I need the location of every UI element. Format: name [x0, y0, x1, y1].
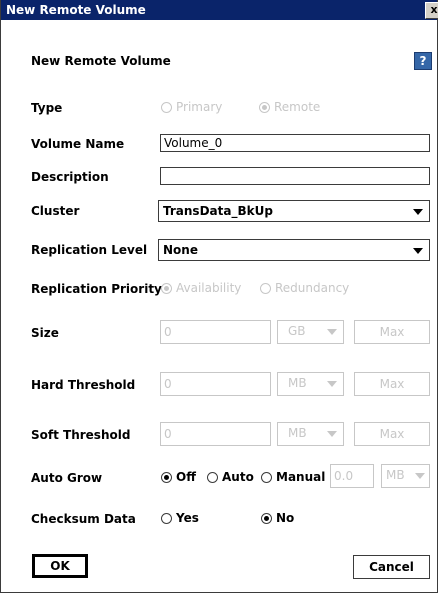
- checksum-yes-label: Yes: [176, 511, 199, 525]
- cluster-value: TransData_BkUp: [163, 204, 273, 218]
- priority-redundancy-radio: Redundancy: [260, 281, 349, 295]
- type-remote-radio: Remote: [259, 100, 320, 114]
- priority-redundancy-label: Redundancy: [275, 281, 350, 295]
- replication-level-label: Replication Level: [31, 243, 148, 257]
- type-remote-label: Remote: [274, 100, 321, 114]
- chevron-down-icon: [413, 248, 423, 254]
- chevron-down-icon: [327, 381, 337, 387]
- description-input[interactable]: [160, 167, 430, 185]
- soft-threshold-max-button: Max: [354, 422, 430, 446]
- radio-selected-icon: [261, 512, 272, 524]
- hard-threshold-label: Hard Threshold: [31, 378, 136, 392]
- ok-button[interactable]: OK: [32, 554, 88, 578]
- auto-grow-off-radio[interactable]: Off: [161, 470, 196, 484]
- close-icon[interactable]: x: [425, 2, 438, 19]
- size-unit-select: GB: [277, 320, 344, 344]
- auto-grow-off-label: Off: [176, 470, 196, 484]
- auto-grow-auto-radio[interactable]: Auto: [207, 470, 254, 484]
- cluster-label: Cluster: [31, 204, 80, 218]
- radio-selected-icon: [259, 101, 270, 113]
- replication-level-select[interactable]: None: [158, 239, 430, 261]
- dialog-heading: New Remote Volume: [31, 54, 171, 68]
- size-unit-value: GB: [288, 324, 306, 338]
- auto-grow-manual-label: Manual: [276, 470, 326, 484]
- soft-threshold-input: 0: [160, 422, 271, 446]
- cancel-button[interactable]: Cancel: [353, 555, 430, 579]
- checksum-no-radio[interactable]: No: [261, 511, 294, 525]
- size-max-button: Max: [354, 320, 430, 344]
- radio-icon: [161, 512, 172, 524]
- radio-icon: [261, 471, 272, 483]
- auto-grow-value-input: 0.0: [330, 464, 374, 488]
- auto-grow-auto-label: Auto: [222, 470, 254, 484]
- size-input: 0: [160, 320, 271, 344]
- checksum-no-label: No: [276, 511, 295, 525]
- replication-level-value: None: [163, 243, 198, 257]
- soft-threshold-label: Soft Threshold: [31, 428, 131, 442]
- hard-threshold-input: 0: [160, 372, 271, 396]
- size-label: Size: [31, 326, 59, 340]
- chevron-down-icon: [413, 209, 423, 215]
- soft-threshold-unit-select: MB: [277, 422, 344, 446]
- soft-threshold-unit-value: MB: [288, 426, 307, 440]
- auto-grow-unit-value: MB: [386, 468, 405, 482]
- radio-icon: [207, 471, 218, 483]
- volume-name-label: Volume Name: [31, 137, 125, 151]
- hard-threshold-max-button: Max: [354, 372, 430, 396]
- title-bar: New Remote Volume x: [1, 0, 438, 20]
- replication-priority-label: Replication Priority: [31, 282, 162, 296]
- help-icon[interactable]: ?: [414, 52, 432, 70]
- type-primary-radio: Primary: [161, 100, 222, 114]
- cluster-select[interactable]: TransData_BkUp: [158, 200, 430, 222]
- volume-name-input[interactable]: Volume_0: [160, 134, 430, 152]
- checksum-yes-radio[interactable]: Yes: [161, 511, 199, 525]
- radio-icon: [260, 282, 271, 294]
- chevron-down-icon: [327, 431, 337, 437]
- hard-threshold-unit-select: MB: [277, 372, 344, 396]
- description-label: Description: [31, 170, 109, 184]
- auto-grow-unit-select: MB: [381, 464, 430, 488]
- priority-availability-label: Availability: [176, 281, 242, 295]
- type-label: Type: [31, 101, 63, 115]
- new-remote-volume-dialog: New Remote Volume x New Remote Volume ? …: [0, 0, 438, 593]
- priority-availability-radio: Availability: [161, 281, 241, 295]
- auto-grow-manual-radio[interactable]: Manual: [261, 470, 325, 484]
- radio-selected-icon: [161, 282, 172, 294]
- checksum-data-label: Checksum Data: [31, 512, 136, 526]
- chevron-down-icon: [415, 473, 425, 479]
- auto-grow-label: Auto Grow: [31, 471, 103, 485]
- window-title: New Remote Volume: [6, 3, 146, 17]
- type-primary-label: Primary: [176, 100, 223, 114]
- radio-icon: [161, 101, 172, 113]
- radio-selected-icon: [161, 471, 172, 483]
- chevron-down-icon: [327, 329, 337, 335]
- hard-threshold-unit-value: MB: [288, 376, 307, 390]
